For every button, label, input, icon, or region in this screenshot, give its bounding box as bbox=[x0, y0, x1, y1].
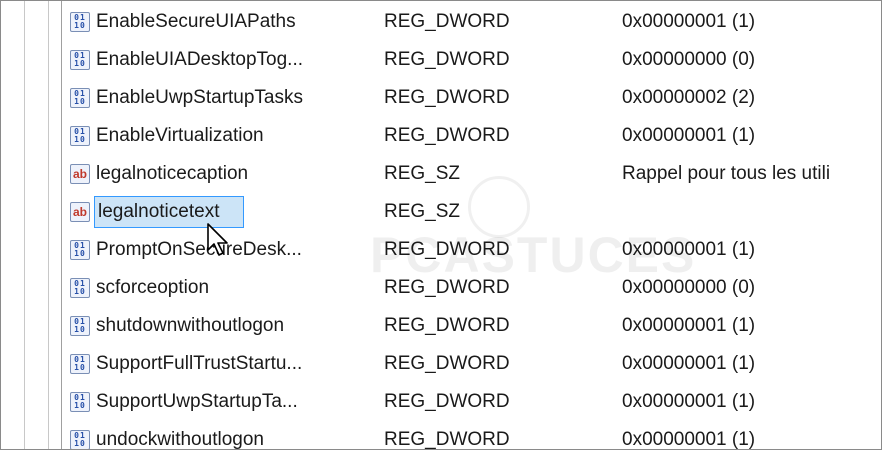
string-value-icon: ab bbox=[70, 164, 90, 184]
value-name-cell[interactable]: 01 10 PromptOnSecureDesk... bbox=[70, 231, 380, 269]
value-type-cell: REG_DWORD bbox=[384, 353, 510, 374]
value-name-cell[interactable]: ab legalnoticetext bbox=[70, 193, 380, 231]
value-data-cell bbox=[622, 193, 880, 231]
value-type-cell: REG_DWORD bbox=[384, 315, 510, 336]
value-name-cell[interactable]: 01 10 shutdownwithoutlogon bbox=[70, 307, 380, 345]
value-type-cell: REG_SZ bbox=[384, 201, 461, 222]
value-name-cell[interactable]: 01 10 EnableSecureUIAPaths bbox=[70, 3, 380, 41]
table-row[interactable]: 01 10 EnableUwpStartupTasks REG_DWORD 0x0000… bbox=[62, 79, 880, 117]
icon-glyph: 10 bbox=[74, 325, 86, 334]
value-name-label: scforceoption bbox=[96, 277, 210, 298]
icon-glyph: 10 bbox=[74, 59, 86, 68]
value-name-label: EnableSecureUIAPaths bbox=[96, 11, 296, 32]
value-name-cell[interactable]: 01 10 SupportUwpStartupTa... bbox=[70, 383, 380, 421]
tree-guide-line bbox=[48, 0, 49, 450]
binary-value-icon: 01 10 bbox=[70, 50, 90, 70]
table-row[interactable]: 01 10 SupportUwpStartupTa... REG_DWORD 0x000… bbox=[62, 383, 880, 421]
value-name-cell[interactable]: 01 10 SupportFullTrustStartu... bbox=[70, 345, 380, 383]
value-name-label: shutdownwithoutlogon bbox=[96, 315, 285, 336]
value-type-cell: REG_DWORD bbox=[384, 49, 510, 70]
table-row[interactable]: 01 10 shutdownwithoutlogon REG_DWORD 0x00000… bbox=[62, 307, 880, 345]
value-name-label: legalnoticetext bbox=[98, 201, 220, 222]
icon-glyph: 10 bbox=[74, 249, 86, 258]
value-name-cell[interactable]: 01 10 scforceoption bbox=[70, 269, 380, 307]
value-data-cell: 0x00000001 (1) bbox=[622, 391, 756, 412]
value-name-label: EnableUIADesktopTog... bbox=[96, 49, 304, 70]
value-type-cell: REG_SZ bbox=[384, 163, 461, 184]
tree-guide-line bbox=[24, 0, 25, 450]
value-name-cell[interactable]: ab legalnoticecaption bbox=[70, 155, 380, 193]
value-data-cell: Rappel pour tous les utili bbox=[622, 163, 831, 184]
icon-glyph: 10 bbox=[74, 363, 86, 372]
table-row[interactable]: 01 10 EnableVirtualization REG_DWORD 0x00000… bbox=[62, 117, 880, 155]
value-name-label: SupportFullTrustStartu... bbox=[96, 353, 303, 374]
value-type-cell: REG_DWORD bbox=[384, 11, 510, 32]
binary-value-icon: 01 10 bbox=[70, 354, 90, 374]
table-row[interactable]: 01 10 EnableUIADesktopTog... REG_DWORD 0x000… bbox=[62, 41, 880, 79]
value-data-cell: 0x00000001 (1) bbox=[622, 125, 756, 146]
binary-value-icon: 01 10 bbox=[70, 240, 90, 260]
value-type-cell: REG_DWORD bbox=[384, 239, 510, 260]
binary-value-icon: 01 10 bbox=[70, 278, 90, 298]
tree-pane[interactable] bbox=[0, 0, 62, 450]
value-name-cell[interactable]: 01 10 EnableVirtualization bbox=[70, 117, 380, 155]
binary-value-icon: 01 10 bbox=[70, 316, 90, 336]
value-type-cell: REG_DWORD bbox=[384, 429, 510, 450]
value-data-cell: 0x00000001 (1) bbox=[622, 429, 756, 450]
value-name-cell[interactable]: 01 10 EnableUwpStartupTasks bbox=[70, 79, 380, 117]
value-name-label: legalnoticecaption bbox=[96, 163, 249, 184]
icon-glyph: 10 bbox=[74, 401, 86, 410]
value-name-label: PromptOnSecureDesk... bbox=[96, 239, 302, 260]
icon-glyph: 10 bbox=[74, 97, 86, 106]
value-name-label: undockwithoutlogon bbox=[96, 429, 264, 450]
icon-glyph: 10 bbox=[74, 21, 86, 30]
string-value-icon: ab bbox=[70, 202, 90, 222]
icon-glyph: 10 bbox=[74, 135, 86, 144]
table-row[interactable]: 01 10 undockwithoutlogon REG_DWORD 0x0000000… bbox=[62, 421, 880, 450]
icon-glyph: 10 bbox=[74, 287, 86, 296]
value-data-cell: 0x00000001 (1) bbox=[622, 353, 756, 374]
binary-value-icon: 01 10 bbox=[70, 12, 90, 32]
binary-value-icon: 01 10 bbox=[70, 430, 90, 450]
binary-value-icon: 01 10 bbox=[70, 126, 90, 146]
table-row[interactable]: 01 10 EnableSecureUIAPaths REG_DWORD 0x00000… bbox=[62, 3, 880, 41]
binary-value-icon: 01 10 bbox=[70, 392, 90, 412]
value-type-cell: REG_DWORD bbox=[384, 87, 510, 108]
value-data-cell: 0x00000000 (0) bbox=[622, 277, 756, 298]
value-data-cell: 0x00000001 (1) bbox=[622, 239, 756, 260]
value-name-label: SupportUwpStartupTa... bbox=[96, 391, 298, 412]
table-row[interactable]: 01 10 PromptOnSecureDesk... REG_DWORD 0x0000… bbox=[62, 231, 880, 269]
binary-value-icon: 01 10 bbox=[70, 88, 90, 108]
value-type-cell: REG_DWORD bbox=[384, 391, 510, 412]
value-type-cell: REG_DWORD bbox=[384, 277, 510, 298]
table-row[interactable]: 01 10 SupportFullTrustStartu... REG_DWORD 0x… bbox=[62, 345, 880, 383]
icon-glyph: 10 bbox=[74, 439, 86, 448]
value-data-cell: 0x00000001 (1) bbox=[622, 11, 756, 32]
value-type-cell: REG_DWORD bbox=[384, 125, 510, 146]
value-name-cell[interactable]: 01 10 EnableUIADesktopTog... bbox=[70, 41, 380, 79]
table-row[interactable]: ab legalnoticecaption REG_SZ Rappel pour to… bbox=[62, 155, 880, 193]
value-data-cell: 0x00000000 (0) bbox=[622, 49, 756, 70]
value-name-label: EnableUwpStartupTasks bbox=[96, 87, 303, 108]
table-row[interactable]: ab legalnoticetext REG_SZ bbox=[62, 193, 880, 231]
value-name-label: EnableVirtualization bbox=[96, 125, 264, 146]
registry-values-list[interactable]: 01 10 EnableSecureUIAPaths REG_DWORD 0x00000… bbox=[62, 0, 880, 450]
table-row[interactable]: 01 10 scforceoption REG_DWORD 0x00000000 (0) bbox=[62, 269, 880, 307]
value-name-cell[interactable]: 01 10 undockwithoutlogon bbox=[70, 421, 380, 450]
value-data-cell: 0x00000001 (1) bbox=[622, 315, 756, 336]
value-data-cell: 0x00000002 (2) bbox=[622, 87, 756, 108]
